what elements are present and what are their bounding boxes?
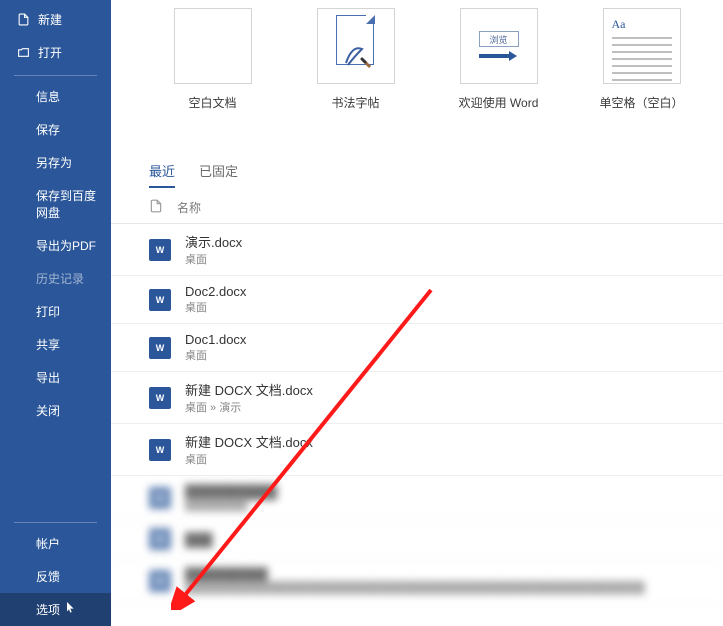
sidebar-item-close[interactable]: 关闭 — [0, 394, 111, 427]
sidebar-item-saveas[interactable]: 另存为 — [0, 146, 111, 179]
template-calligraphy[interactable]: 书法字帖 — [296, 8, 416, 111]
cursor-icon — [66, 602, 76, 617]
tab-recent[interactable]: 最近 — [149, 161, 175, 188]
template-label: 欢迎使用 Word — [459, 94, 539, 111]
file-text: Doc2.docx桌面 — [185, 284, 246, 315]
column-name-label: 名称 — [177, 199, 201, 216]
file-location: 桌面 — [185, 251, 242, 267]
sidebar-item-label: 新建 — [38, 11, 62, 28]
sidebar-item-label: 保存 — [36, 121, 60, 138]
file-name: 演示.docx — [185, 232, 242, 251]
sidebar-item-label: 信息 — [36, 88, 60, 105]
file-text: ██████████████████ — [185, 484, 277, 511]
sidebar-item-print[interactable]: 打印 — [0, 295, 111, 328]
template-gallery: 空白文档 书法字帖 浏览 欢迎使用 Word Aa — [111, 4, 723, 111]
template-label: 书法字帖 — [331, 94, 379, 111]
recent-file-tabs: 最近 已固定 — [111, 111, 723, 188]
word-file-icon: W — [149, 337, 171, 359]
sidebar-item-label: 另存为 — [36, 154, 72, 171]
sidebar-item-label: 历史记录 — [36, 270, 84, 287]
word-file-icon: W — [149, 239, 171, 261]
backstage-main: 空白文档 书法字帖 浏览 欢迎使用 Word Aa — [111, 0, 723, 626]
file-text: 新建 DOCX 文档.docx桌面 — [185, 432, 313, 467]
word-file-icon: W — [149, 289, 171, 311]
sidebar-item-feedback[interactable]: 反馈 — [0, 560, 111, 593]
file-text: ███ — [185, 532, 213, 547]
file-location: ████████████████████████████████████████… — [185, 582, 645, 594]
file-name: ███ — [185, 532, 213, 547]
sidebar-item-options[interactable]: 选项 — [0, 593, 111, 626]
sidebar-item-label: 打印 — [36, 303, 60, 320]
recent-file-row[interactable]: W ███████████████████████████████████████… — [111, 559, 723, 603]
template-blank[interactable]: 空白文档 — [153, 8, 273, 111]
word-file-icon: W — [149, 570, 171, 592]
word-file-icon: W — [149, 387, 171, 409]
sidebar-item-info[interactable]: 信息 — [0, 80, 111, 113]
sidebar-item-label: 反馈 — [36, 568, 60, 585]
sidebar-item-share[interactable]: 共享 — [0, 328, 111, 361]
sidebar-item-save-baidu[interactable]: 保存到百度网盘 — [0, 179, 111, 229]
word-file-icon: W — [149, 528, 171, 550]
recent-file-row[interactable]: W 演示.docx桌面 — [111, 224, 723, 276]
template-welcome-tour[interactable]: 浏览 欢迎使用 Word — [439, 8, 559, 111]
file-name: Doc2.docx — [185, 284, 246, 299]
file-name: 新建 DOCX 文档.docx — [185, 432, 313, 451]
file-name: 新建 DOCX 文档.docx — [185, 380, 313, 399]
sidebar-item-export-pdf[interactable]: 导出为PDF — [0, 229, 111, 262]
sidebar-item-label: 打开 — [38, 44, 62, 61]
recent-file-row[interactable]: W 新建 DOCX 文档.docx桌面 — [111, 424, 723, 476]
file-text: ████████████████████████████████████████… — [185, 567, 645, 594]
template-single-spaced[interactable]: Aa 单空格（空白） — [582, 8, 702, 111]
sidebar-item-save[interactable]: 保存 — [0, 113, 111, 146]
file-name: █████████ — [185, 567, 645, 582]
template-label: 单空格（空白） — [599, 94, 683, 111]
file-text: 演示.docx桌面 — [185, 232, 242, 267]
recent-file-row[interactable]: W Doc1.docx桌面 — [111, 324, 723, 372]
file-location: 桌面 — [185, 347, 246, 363]
word-file-icon: W — [149, 487, 171, 509]
sidebar-separator — [14, 522, 97, 523]
sidebar-item-label: 选项 — [36, 601, 60, 618]
new-icon — [16, 13, 30, 26]
file-location: 桌面 — [185, 299, 246, 315]
file-icon — [149, 198, 163, 217]
file-location: 桌面 » 演示 — [185, 399, 313, 415]
template-thumb: Aa — [603, 8, 681, 84]
file-name: Doc1.docx — [185, 332, 246, 347]
recent-file-row[interactable]: W ██████████████████ — [111, 476, 723, 520]
sidebar-item-label: 导出 — [36, 369, 60, 386]
file-list-header: 名称 — [111, 188, 723, 224]
sidebar-item-label: 关闭 — [36, 402, 60, 419]
arrow-right-icon — [479, 51, 519, 61]
tab-pinned[interactable]: 已固定 — [199, 161, 238, 188]
template-label: 空白文档 — [188, 94, 236, 111]
template-thumb — [317, 8, 395, 84]
sidebar-item-label: 导出为PDF — [36, 237, 96, 254]
backstage-sidebar: 新建 打开 信息 保存 另存为 保存到百度网盘 导出为PDF 历史记录 打印 共… — [0, 0, 111, 626]
template-thumb — [174, 8, 252, 84]
file-location: 桌面 — [185, 451, 313, 467]
sidebar-item-new[interactable]: 新建 — [0, 3, 111, 36]
recent-file-row[interactable]: W Doc2.docx桌面 — [111, 276, 723, 324]
file-location: ████████ — [185, 499, 277, 511]
file-name: ██████████ — [185, 484, 277, 499]
open-icon — [16, 46, 30, 59]
aa-glyph: Aa — [612, 17, 672, 32]
sidebar-item-label: 共享 — [36, 336, 60, 353]
sidebar-item-label: 保存到百度网盘 — [36, 187, 99, 221]
sidebar-item-export[interactable]: 导出 — [0, 361, 111, 394]
recent-file-row[interactable]: W 新建 DOCX 文档.docx桌面 » 演示 — [111, 372, 723, 424]
file-text: Doc1.docx桌面 — [185, 332, 246, 363]
sidebar-separator — [14, 75, 97, 76]
sidebar-item-open[interactable]: 打开 — [0, 36, 111, 69]
sidebar-item-history[interactable]: 历史记录 — [0, 262, 111, 295]
recent-file-list: W演示.docx桌面WDoc2.docx桌面WDoc1.docx桌面W新建 DO… — [111, 224, 723, 603]
tour-band-label: 浏览 — [479, 31, 519, 47]
sidebar-item-account[interactable]: 帐户 — [0, 527, 111, 560]
recent-file-row[interactable]: W ███ — [111, 520, 723, 559]
file-text: 新建 DOCX 文档.docx桌面 » 演示 — [185, 380, 313, 415]
sidebar-item-label: 帐户 — [36, 535, 60, 552]
word-file-icon: W — [149, 439, 171, 461]
template-thumb: 浏览 — [460, 8, 538, 84]
